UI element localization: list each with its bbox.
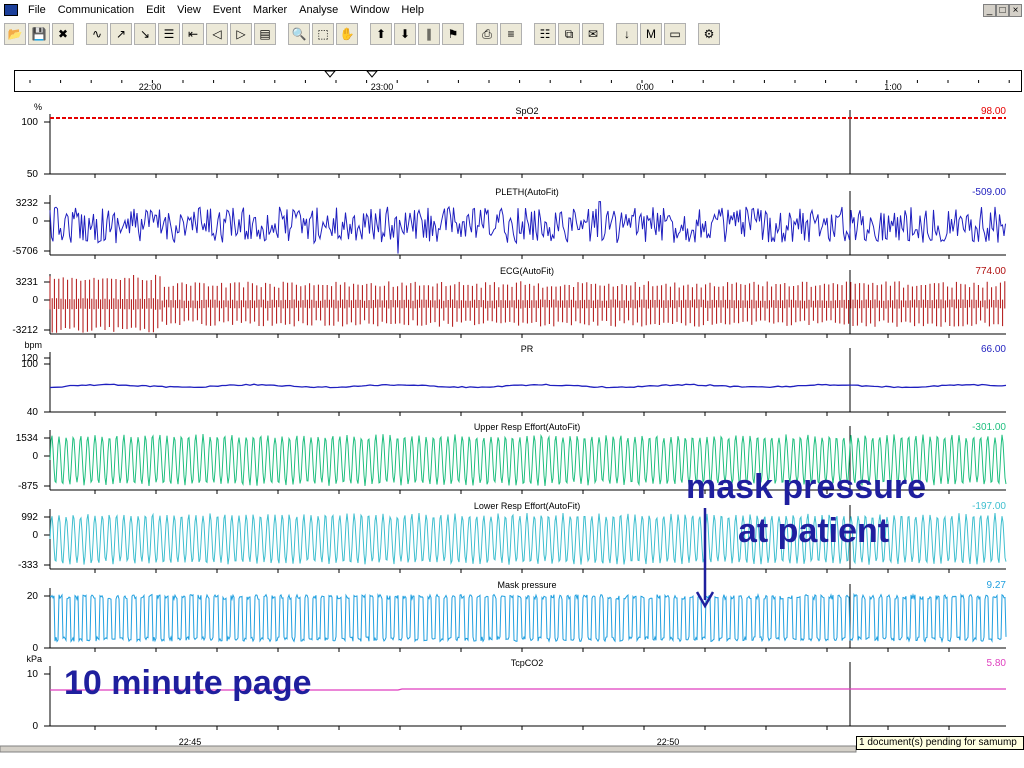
channel-title: PR: [521, 344, 534, 354]
channel-unit: kPa: [26, 654, 42, 664]
signal-panels: 22:00 23:00 0:00 1:00SpO2 98.00%10050PLETH(A…: [0, 70, 1010, 753]
range-marker-icon[interactable]: [323, 70, 337, 78]
status-tooltip: 1 document(s) pending for samump: [856, 736, 1024, 750]
waveform: [49, 383, 1007, 389]
channel-ecg[interactable]: ECG(AutoFit) 774.00 3231 0 -3212: [12, 266, 1006, 338]
channel-title: TcpCO2: [511, 658, 544, 668]
y-tick-label: 0: [32, 216, 38, 227]
y-tick-label: 0: [32, 643, 38, 654]
y-tick-label: -5706: [12, 246, 38, 257]
y-tick-label: -3212: [12, 325, 38, 336]
y-tick-label: 1534: [16, 433, 39, 444]
y-tick-label: 40: [27, 407, 39, 418]
channel-title: Lower Resp Effort(AutoFit): [474, 501, 580, 511]
channel-value: -301.00: [972, 422, 1006, 433]
waveform: [49, 592, 1007, 644]
channel-title: Upper Resp Effort(AutoFit): [474, 422, 580, 432]
timeline-label: 23:00: [371, 82, 394, 92]
range-marker-icon[interactable]: [365, 70, 379, 78]
channel-pr[interactable]: PR 66.00bpm12010040: [21, 340, 1006, 418]
annotation-mask-pressure-line2: at patient: [738, 512, 890, 550]
channel-value: 98.00: [981, 106, 1006, 117]
y-tick-label: 3232: [16, 198, 39, 209]
channel-unit: bpm: [24, 340, 42, 350]
channel-title: Mask pressure: [497, 580, 556, 590]
annotation-mask-pressure-line1: mask pressure: [686, 468, 927, 506]
y-tick-label: 0: [32, 721, 38, 732]
timeline-label: 22:00: [139, 82, 162, 92]
timeline-ticks: 22:00 23:00 0:00 1:00: [29, 70, 1010, 92]
channel-value: -509.00: [972, 187, 1006, 198]
y-tick-label: 0: [32, 295, 38, 306]
y-tick-label: 50: [27, 169, 39, 180]
channel-unit: %: [34, 102, 42, 112]
channel-pleth[interactable]: PLETH(AutoFit) -509.00 3232 0 -5706: [12, 187, 1006, 259]
y-tick-label: 10: [27, 669, 39, 680]
horizontal-scrollbar[interactable]: [0, 745, 857, 753]
channel-spo2[interactable]: SpO2 98.00% 100 50: [21, 102, 1006, 180]
waveform: [49, 201, 1006, 254]
y-tick-label: -333: [18, 560, 38, 571]
channel-mask[interactable]: Mask pressure 9.27 20 0: [27, 580, 1007, 654]
channel-value: 5.80: [987, 658, 1007, 669]
timeline-label: 1:00: [884, 82, 902, 92]
timeline-label: 0:00: [636, 82, 654, 92]
y-tick-label: 100: [21, 359, 38, 370]
channel-title: PLETH(AutoFit): [495, 187, 559, 197]
channel-value: 66.00: [981, 344, 1006, 355]
y-tick-label: 3231: [16, 277, 39, 288]
channel-value: 9.27: [987, 580, 1007, 591]
y-tick-label: 0: [32, 530, 38, 541]
waveform: [49, 274, 1006, 333]
channel-title: ECG(AutoFit): [500, 266, 554, 276]
y-tick-label: 992: [21, 512, 38, 523]
y-tick-label: -875: [18, 481, 38, 492]
annotation-10-minute-page: 10 minute page: [64, 664, 312, 702]
channel-value: 774.00: [975, 266, 1006, 277]
channel-value: -197.00: [972, 501, 1006, 512]
y-tick-label: 100: [21, 117, 38, 128]
y-tick-label: 20: [27, 591, 39, 602]
y-tick-label: 0: [32, 451, 38, 462]
channel-title: SpO2: [515, 106, 538, 116]
